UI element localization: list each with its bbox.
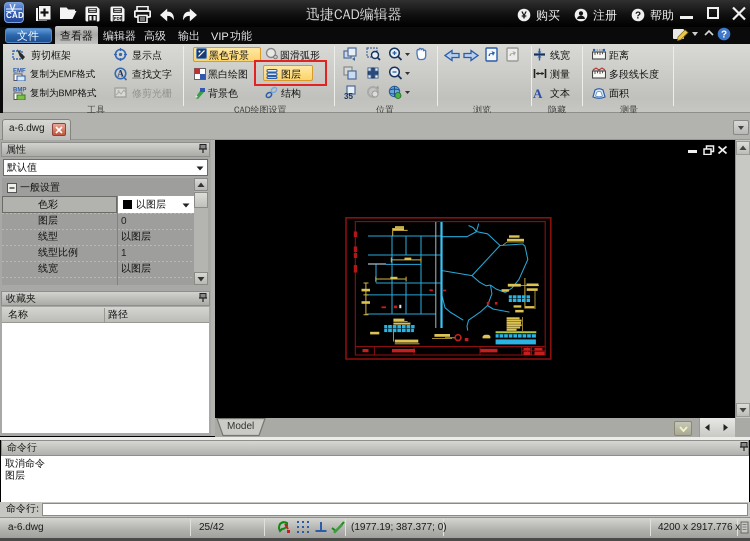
svg-text:35: 35 [344,92,353,100]
svg-text:?: ? [635,11,641,22]
svg-text:A: A [117,69,124,79]
svg-text:PDF: PDF [114,16,123,21]
svg-text:¥: ¥ [521,11,527,22]
svg-text:?: ? [721,30,727,41]
